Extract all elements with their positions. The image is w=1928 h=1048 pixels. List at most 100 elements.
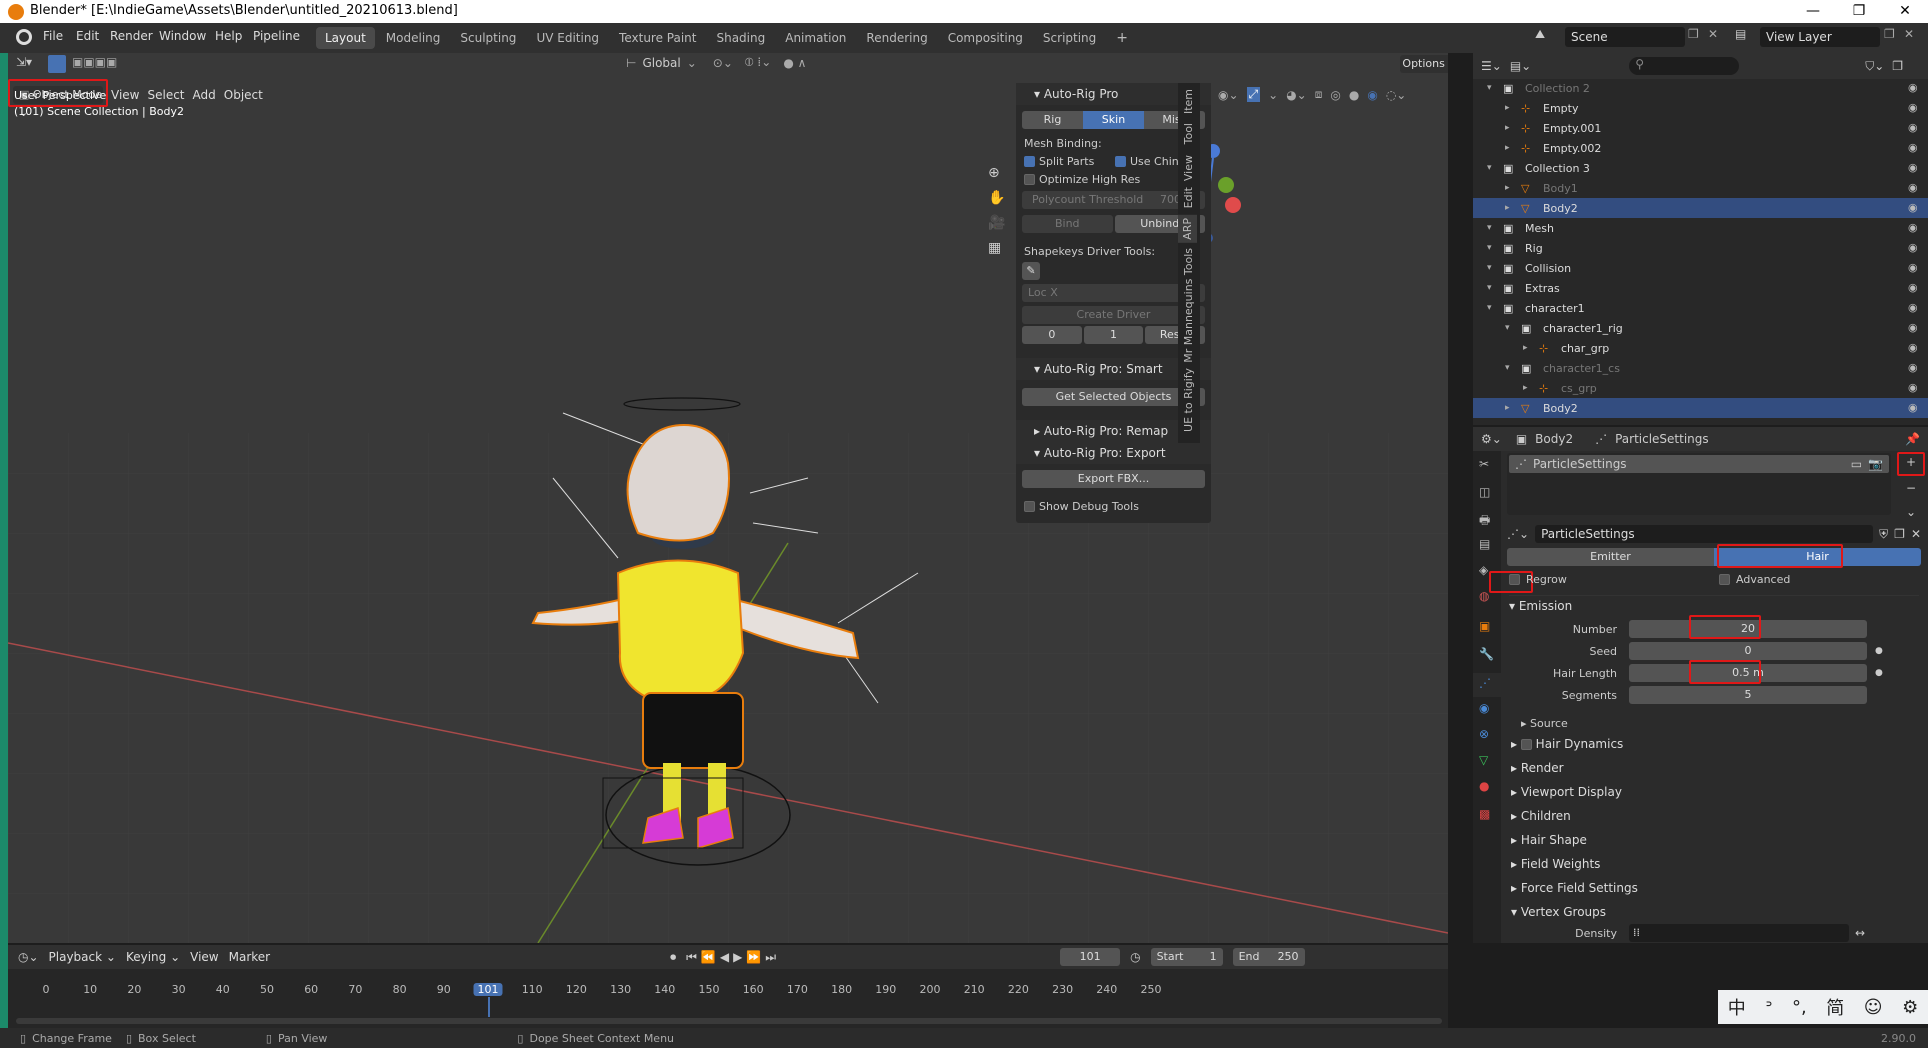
maximize-button[interactable]: ❐: [1836, 0, 1882, 23]
outliner-row[interactable]: ▸ ▽ Body1 ◉: [1473, 178, 1928, 198]
sidebar-tab-mr-mannequins[interactable]: Mr Mannequins Tools: [1182, 248, 1195, 363]
outliner-row[interactable]: ▸ ⊹ Empty ◉: [1473, 98, 1928, 118]
menu-pipeline[interactable]: Pipeline: [253, 29, 300, 43]
expand-arrow-icon[interactable]: ▾: [1505, 363, 1517, 373]
tab-uv-editing[interactable]: UV Editing: [527, 27, 608, 49]
tab-rig[interactable]: Rig: [1022, 111, 1083, 129]
ime-settings-icon[interactable]: ⚙: [1902, 997, 1918, 1018]
data-tab-icon[interactable]: ▽: [1479, 753, 1488, 767]
keyframe-dot-icon[interactable]: ●: [1875, 668, 1883, 678]
children-header[interactable]: ▸ Children: [1511, 809, 1571, 823]
expand-arrow-icon[interactable]: ▾: [1487, 83, 1499, 93]
visibility-eye-icon[interactable]: ◉: [1908, 281, 1920, 294]
outliner-row[interactable]: ▾ ▣ Mesh ◉: [1473, 218, 1928, 238]
gizmo-toggle-icon[interactable]: ⤢: [1246, 87, 1261, 102]
texture-tab-icon[interactable]: ▩: [1479, 807, 1490, 821]
unlink-icon[interactable]: ✕: [1911, 527, 1921, 541]
selection-mode-icons[interactable]: ▣▣▣▣: [72, 55, 152, 73]
export-header[interactable]: ▾ Auto-Rig Pro: Export: [1016, 442, 1211, 464]
menu-help[interactable]: Help: [215, 29, 242, 43]
tab-scripting[interactable]: Scripting: [1034, 27, 1105, 49]
expand-arrow-icon[interactable]: ▾: [1487, 243, 1499, 253]
visibility-eye-icon[interactable]: ◉: [1908, 241, 1920, 254]
expand-arrow-icon[interactable]: ▾: [1487, 223, 1499, 233]
display-mode-icon[interactable]: ▤⌄: [1510, 59, 1531, 73]
visibility-eye-icon[interactable]: ◉: [1908, 341, 1920, 354]
visibility-eye-icon[interactable]: ◉: [1908, 161, 1920, 174]
sidebar-tab-arp[interactable]: ARP: [1178, 215, 1197, 243]
particle-settings-name[interactable]: ParticleSettings: [1535, 525, 1874, 543]
editor-type-icon[interactable]: ⇲▾: [16, 55, 42, 73]
expand-arrow-icon[interactable]: ▸: [1505, 183, 1517, 193]
ime-punct-icon[interactable]: °,: [1792, 997, 1807, 1018]
outliner-row[interactable]: ▾ ▣ Collection 2 ◉: [1473, 78, 1928, 98]
material-tab-icon[interactable]: ●: [1479, 779, 1489, 793]
expand-arrow-icon[interactable]: ▾: [1505, 323, 1517, 333]
close-button[interactable]: ✕: [1882, 0, 1928, 23]
sidebar-tab-tool[interactable]: Tool: [1182, 123, 1195, 144]
menu-render[interactable]: Render: [110, 29, 153, 43]
view-layer-icon[interactable]: ▤: [1735, 27, 1746, 41]
world-tab-icon[interactable]: ◍: [1479, 589, 1489, 603]
select-tool-icon[interactable]: [48, 55, 66, 73]
hair-dynamics-header[interactable]: ▸ Hair Dynamics: [1511, 737, 1623, 751]
optimize-checkbox[interactable]: [1024, 174, 1035, 185]
use-chin-checkbox[interactable]: [1115, 156, 1126, 167]
keyframe-dot-icon[interactable]: ●: [1875, 646, 1883, 656]
render-section-header[interactable]: ▸ Render: [1511, 761, 1564, 775]
visibility-eye-icon[interactable]: ◉: [1908, 361, 1920, 374]
visibility-eye-icon[interactable]: ◉: [1908, 381, 1920, 394]
zoom-icon[interactable]: ⊕: [988, 161, 1005, 186]
eyedropper-icon[interactable]: ✎: [1022, 262, 1040, 280]
material-shading-icon[interactable]: ◉: [1367, 88, 1377, 102]
particle-settings-browse-icon[interactable]: ⋰⌄: [1507, 527, 1529, 541]
advanced-checkbox[interactable]: [1719, 574, 1730, 585]
outliner-row[interactable]: ▸ ⊹ cs_grp ◉: [1473, 378, 1928, 398]
ime-chinese-icon[interactable]: 中: [1728, 994, 1746, 1020]
hair-dynamics-checkbox[interactable]: [1520, 739, 1532, 750]
pan-hand-icon[interactable]: ✋: [988, 186, 1005, 211]
viewport-menu-object[interactable]: Object: [224, 88, 263, 102]
expand-arrow-icon[interactable]: ▸: [1505, 103, 1517, 113]
invert-icon[interactable]: ↔: [1855, 926, 1865, 940]
scene-icon[interactable]: ⛰: [1535, 27, 1555, 47]
split-parts-checkbox[interactable]: [1024, 156, 1035, 167]
tab-layout[interactable]: Layout: [316, 27, 375, 49]
bind-button[interactable]: Bind: [1022, 215, 1113, 233]
camera-icon[interactable]: 🎥: [988, 211, 1005, 236]
tab-sculpting[interactable]: Sculpting: [451, 27, 525, 49]
menu-edit[interactable]: Edit: [76, 29, 99, 43]
filter-icon[interactable]: ⛉⌄: [1865, 59, 1884, 74]
outliner-row[interactable]: ▾ ▣ Collection 3 ◉: [1473, 158, 1928, 178]
expand-arrow-icon[interactable]: ▾: [1487, 303, 1499, 313]
monitor-icon[interactable]: ▭: [1851, 457, 1862, 471]
visibility-eye-icon[interactable]: ◉: [1908, 141, 1920, 154]
regrow-checkbox[interactable]: [1509, 574, 1520, 585]
tab-shading[interactable]: Shading: [707, 27, 774, 49]
tab-animation[interactable]: Animation: [776, 27, 855, 49]
particle-slot-row[interactable]: ⋰ ParticleSettings ▭ 📷: [1509, 455, 1889, 473]
export-fbx-button[interactable]: Export FBX...: [1022, 470, 1205, 488]
modifier-tab-icon[interactable]: 🔧: [1479, 647, 1494, 661]
segments-field[interactable]: 5: [1629, 686, 1867, 704]
visibility-eye-icon[interactable]: ◉: [1908, 81, 1920, 94]
emitter-button[interactable]: Emitter: [1507, 548, 1714, 566]
outliner-row[interactable]: ▸ ⊹ char_grp ◉: [1473, 338, 1928, 358]
physics-tab-icon[interactable]: ◉: [1479, 701, 1489, 715]
pivot-icon[interactable]: ⊙⌄: [713, 56, 733, 70]
expand-arrow-icon[interactable]: ▾: [1487, 283, 1499, 293]
visibility-eye-icon[interactable]: ◉: [1908, 201, 1920, 214]
remove-particle-system-button[interactable]: −: [1901, 481, 1921, 495]
outliner-row[interactable]: ▾ ▣ Rig ◉: [1473, 238, 1928, 258]
expand-arrow-icon[interactable]: ▸: [1505, 203, 1517, 213]
outliner-row[interactable]: ▾ ▣ character1 ◉: [1473, 298, 1928, 318]
visibility-eye-icon[interactable]: ◉: [1908, 301, 1920, 314]
visibility-eye-icon[interactable]: ◉: [1908, 261, 1920, 274]
properties-editor-icon[interactable]: ⚙⌄: [1481, 432, 1502, 446]
field-weights-header[interactable]: ▸ Field Weights: [1511, 857, 1600, 871]
tab-texture-paint[interactable]: Texture Paint: [610, 27, 705, 49]
render-tab-icon[interactable]: ◫: [1479, 485, 1490, 499]
tab-skin[interactable]: Skin: [1083, 111, 1144, 129]
ime-emoji-icon[interactable]: ☺: [1864, 997, 1883, 1018]
playhead-line[interactable]: [488, 997, 490, 1017]
